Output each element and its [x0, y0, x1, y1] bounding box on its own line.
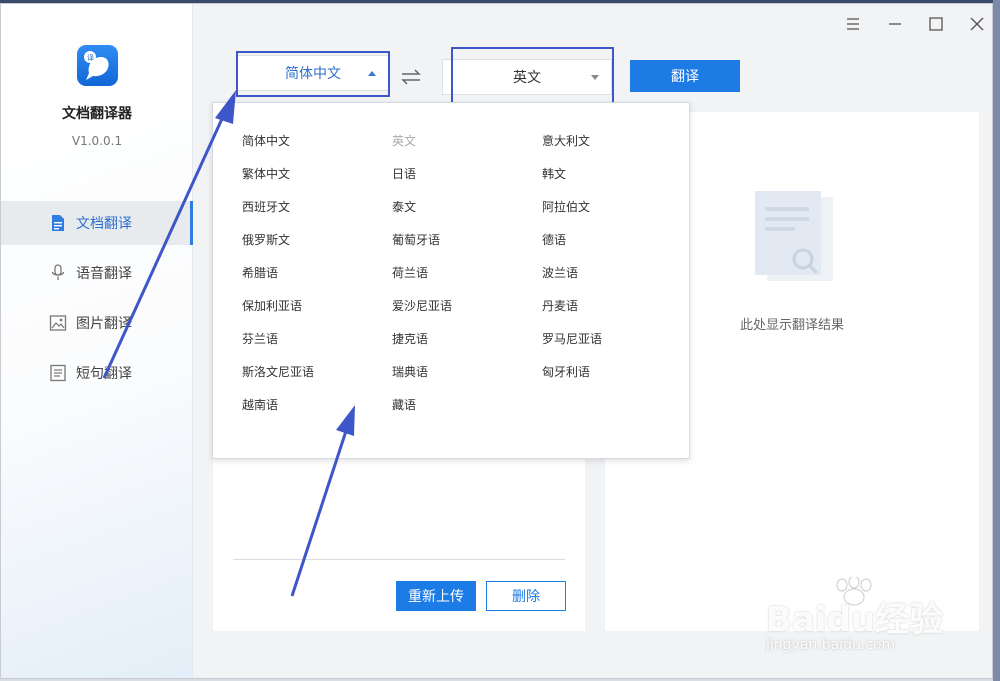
- language-option[interactable]: 爱沙尼亚语: [392, 297, 452, 314]
- watermark-url: jingyan.baidu.com: [766, 637, 896, 653]
- language-option-disabled: 英文: [392, 134, 417, 148]
- sidebar-item-label: 图片翻译: [76, 316, 132, 332]
- maximize-icon[interactable]: [928, 16, 944, 32]
- language-option[interactable]: 丹麦语: [542, 297, 578, 314]
- language-dropdown: 简体中文 繁体中文 西班牙文 俄罗斯文 希腊语 保加利亚语 芬兰语 斯洛文尼亚语…: [212, 102, 690, 459]
- sidebar-item-document-translate[interactable]: 文档翻译: [1, 201, 193, 245]
- swap-icon[interactable]: [400, 68, 422, 86]
- language-option[interactable]: 意大利文: [542, 132, 590, 149]
- language-option[interactable]: 保加利亚语: [242, 297, 302, 314]
- language-option[interactable]: 斯洛文尼亚语: [242, 363, 314, 380]
- highlight-box-target: [451, 47, 614, 105]
- language-option[interactable]: 希腊语: [242, 264, 278, 281]
- sidebar-item-sentence-translate[interactable]: 短句翻译: [1, 351, 193, 395]
- language-option[interactable]: 泰文: [392, 198, 416, 215]
- sidebar-item-voice-translate[interactable]: 语音翻译: [1, 251, 193, 295]
- language-option[interactable]: 简体中文: [242, 132, 290, 149]
- sidebar-item-label: 文档翻译: [76, 216, 132, 232]
- language-option[interactable]: 芬兰语: [242, 330, 278, 347]
- language-option[interactable]: 越南语: [242, 396, 278, 413]
- watermark-brand: Baidu经验: [766, 600, 944, 640]
- language-option[interactable]: 波兰语: [542, 264, 578, 281]
- divider: [233, 559, 565, 560]
- translate-button[interactable]: 翻译: [630, 60, 740, 92]
- image-icon: [49, 315, 67, 331]
- language-option[interactable]: 阿拉伯文: [542, 198, 590, 215]
- close-icon[interactable]: [969, 16, 985, 32]
- language-option[interactable]: 荷兰语: [392, 264, 428, 281]
- sidebar-item-label: 语音翻译: [76, 266, 132, 282]
- app-logo-icon: 译: [77, 45, 118, 86]
- language-option[interactable]: 日语: [392, 165, 416, 182]
- text-lines-icon: [50, 364, 66, 382]
- language-option[interactable]: 葡萄牙语: [392, 231, 440, 248]
- menu-icon[interactable]: [845, 16, 861, 32]
- svg-text:译: 译: [87, 54, 94, 62]
- language-option[interactable]: 藏语: [392, 396, 416, 413]
- language-option[interactable]: 韩文: [542, 165, 566, 182]
- language-option[interactable]: 匈牙利语: [542, 363, 590, 380]
- document-icon: [52, 215, 64, 231]
- microphone-icon: [51, 264, 65, 280]
- app-version: V1.0.0.1: [71, 134, 123, 148]
- minimize-icon[interactable]: [887, 16, 903, 32]
- document-search-icon: [755, 191, 833, 281]
- language-option[interactable]: 捷克语: [392, 330, 428, 347]
- language-option[interactable]: 罗马尼亚语: [542, 330, 602, 347]
- language-option[interactable]: 西班牙文: [242, 198, 290, 215]
- sidebar-item-image-translate[interactable]: 图片翻译: [1, 301, 193, 345]
- desktop-background-right: [993, 0, 1000, 681]
- language-option[interactable]: 德语: [542, 231, 566, 248]
- sidebar: 译 文档翻译器 V1.0.0.1 文档翻译 语音翻译 图片翻译 短句翻译: [1, 4, 193, 678]
- language-option[interactable]: 繁体中文: [242, 165, 290, 182]
- language-option[interactable]: 俄罗斯文: [242, 231, 290, 248]
- sidebar-item-label: 短句翻译: [76, 366, 132, 382]
- language-option[interactable]: 瑞典语: [392, 363, 428, 380]
- reupload-button[interactable]: 重新上传: [396, 581, 476, 611]
- delete-button[interactable]: 删除: [486, 581, 566, 611]
- highlight-box-source: [236, 51, 390, 97]
- app-title: 文档翻译器: [62, 106, 132, 122]
